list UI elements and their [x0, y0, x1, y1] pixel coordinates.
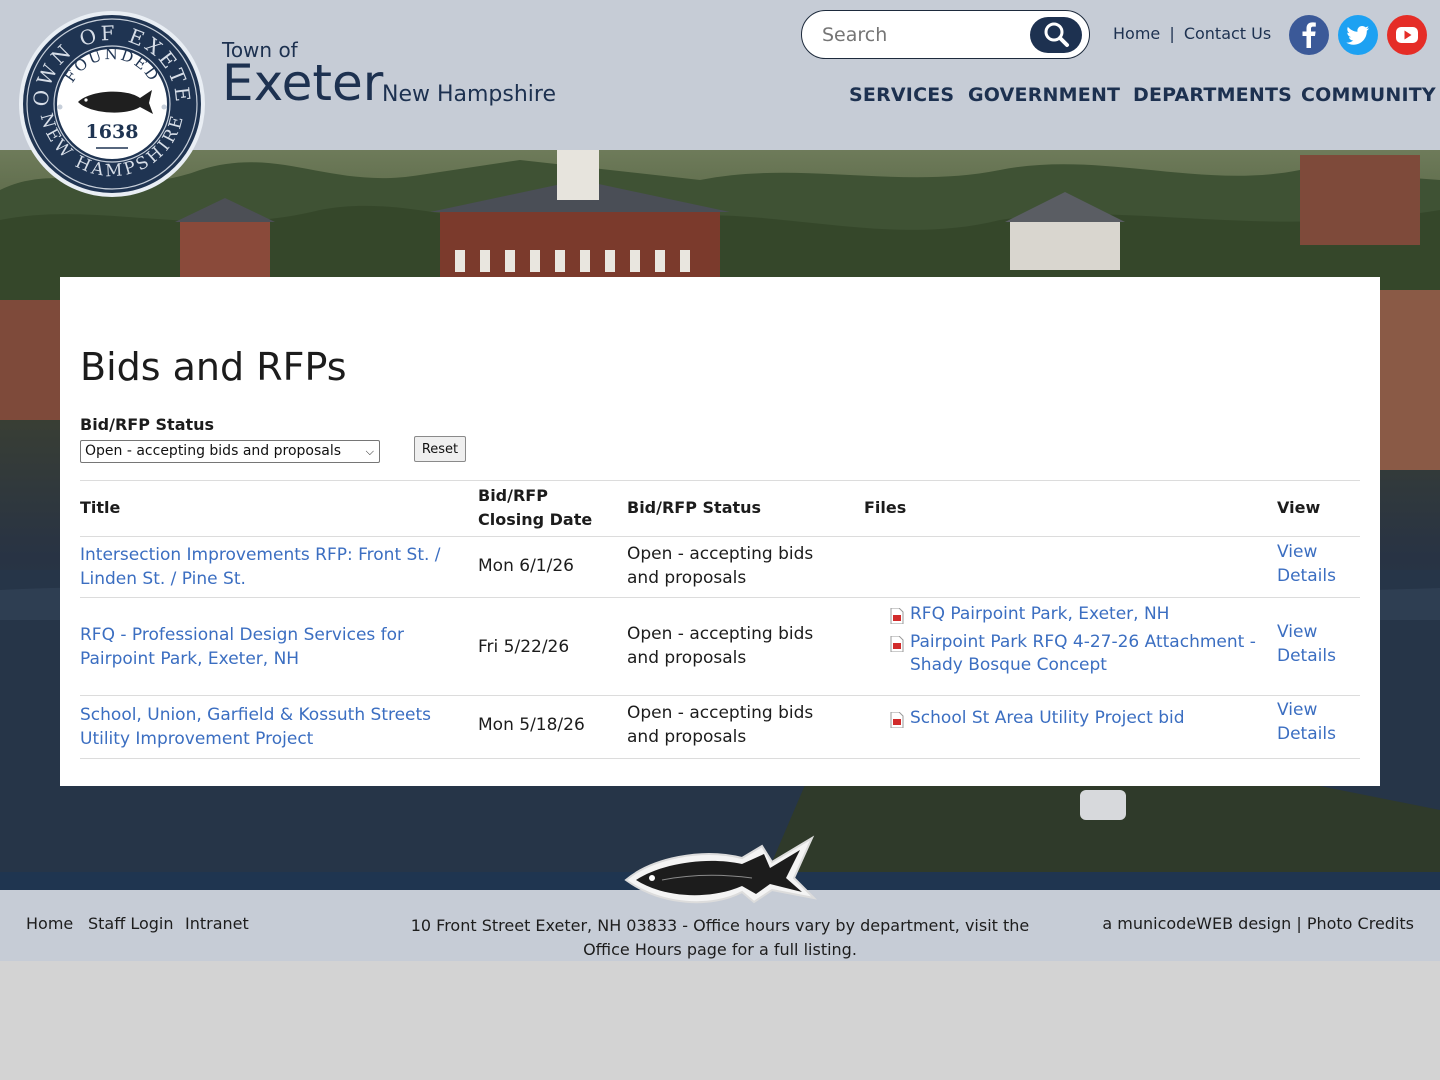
- column-view: View: [1277, 498, 1321, 517]
- table-row: School, Union, Garfield & Kossuth Street…: [80, 696, 1360, 759]
- reset-button[interactable]: Reset: [414, 436, 466, 462]
- file-link-label[interactable]: School St Area Utility Project bid: [910, 708, 1185, 728]
- bid-title-link[interactable]: RFQ - Professional Design Services for P…: [80, 623, 450, 671]
- closing-date: Mon 5/18/26: [478, 715, 585, 735]
- file-link[interactable]: School St Area Utility Project bid: [890, 707, 1270, 730]
- table-row: Intersection Improvements RFP: Front St.…: [80, 537, 1360, 598]
- town-name[interactable]: Exeter: [222, 54, 383, 112]
- closing-date: Fri 5/22/26: [478, 637, 570, 657]
- status-filter-value: Open - accepting bids and proposals: [85, 443, 342, 459]
- util-separator: |: [1169, 24, 1175, 43]
- view-details-link[interactable]: View Details: [1277, 540, 1357, 588]
- youtube-icon: [1396, 27, 1418, 43]
- view-details-link[interactable]: View Details: [1277, 620, 1357, 668]
- site-header: Town of Exeter New Hampshire Home | Cont…: [0, 0, 1440, 150]
- status-text: Open - accepting bids and proposals: [627, 544, 814, 588]
- footer-address: 10 Front Street Exeter, NH 03833 - Offic…: [410, 916, 1030, 959]
- status-filter-label: Bid/RFP Status: [80, 415, 215, 434]
- nav-services[interactable]: SERVICES: [849, 84, 954, 106]
- facebook-icon: [1302, 22, 1316, 48]
- column-closing-date[interactable]: Bid/RFP Closing Date: [478, 484, 608, 532]
- utility-links: Home | Contact Us: [1113, 24, 1271, 43]
- footer-link-intranet[interactable]: Intranet: [185, 914, 249, 933]
- nav-community[interactable]: COMMUNITY: [1301, 84, 1436, 106]
- file-link-label[interactable]: Pairpoint Park RFQ 4-27-26 Attachment - …: [910, 632, 1256, 675]
- seal-year: 1638: [86, 121, 139, 143]
- nav-government[interactable]: GOVERNMENT: [968, 84, 1120, 106]
- footer-link-staff-login[interactable]: Staff Login: [88, 914, 174, 933]
- search-box: [801, 10, 1090, 59]
- content-card: Bids and RFPs Bid/RFP Status Open - acce…: [60, 277, 1380, 786]
- bid-title-link[interactable]: School, Union, Garfield & Kossuth Street…: [80, 703, 450, 751]
- bid-title-link[interactable]: Intersection Improvements RFP: Front St.…: [80, 543, 450, 591]
- footer-link-home[interactable]: Home: [26, 914, 73, 933]
- table-header: Title Bid/RFP Closing Date Bid/RFP Statu…: [80, 480, 1360, 537]
- util-link-contact[interactable]: Contact Us: [1184, 24, 1271, 43]
- file-link-label[interactable]: RFQ Pairpoint Park, Exeter, NH: [910, 604, 1169, 624]
- closing-date: Mon 6/1/26: [478, 556, 574, 576]
- column-files: Files: [864, 498, 907, 517]
- state-name: New Hampshire: [382, 82, 557, 107]
- footer-credit[interactable]: a municodeWEB design | Photo Credits: [1102, 914, 1414, 933]
- table-row: RFQ - Professional Design Services for P…: [80, 598, 1360, 696]
- pdf-icon: [890, 608, 904, 624]
- status-filter-select[interactable]: Open - accepting bids and proposals ⌵: [80, 440, 380, 463]
- pdf-icon: [890, 712, 904, 728]
- search-icon: [1044, 22, 1069, 47]
- twitter-link[interactable]: [1338, 15, 1378, 55]
- pdf-icon: [890, 636, 904, 652]
- fish-icon: [622, 828, 818, 920]
- search-input[interactable]: [822, 24, 1022, 46]
- status-text: Open - accepting bids and proposals: [627, 624, 814, 668]
- youtube-link[interactable]: [1387, 15, 1427, 55]
- file-link[interactable]: RFQ Pairpoint Park, Exeter, NH: [890, 603, 1270, 626]
- status-text: Open - accepting bids and proposals: [627, 703, 814, 747]
- column-status[interactable]: Bid/RFP Status: [627, 496, 761, 520]
- town-seal-logo[interactable]: TOWN OF EXETER NEW HAMPSHIRE FOUNDED 163…: [9, 0, 206, 198]
- nav-departments[interactable]: DEPARTMENTS: [1133, 84, 1292, 106]
- facebook-link[interactable]: [1289, 15, 1329, 55]
- twitter-icon: [1346, 26, 1369, 45]
- page-title: Bids and RFPs: [80, 345, 347, 389]
- util-link-home[interactable]: Home: [1113, 24, 1160, 43]
- column-title[interactable]: Title: [80, 496, 120, 520]
- search-button[interactable]: [1030, 17, 1082, 53]
- chevron-down-icon: ⌵: [365, 445, 374, 458]
- view-details-link[interactable]: View Details: [1277, 698, 1357, 746]
- file-link[interactable]: Pairpoint Park RFQ 4-27-26 Attachment - …: [890, 631, 1270, 677]
